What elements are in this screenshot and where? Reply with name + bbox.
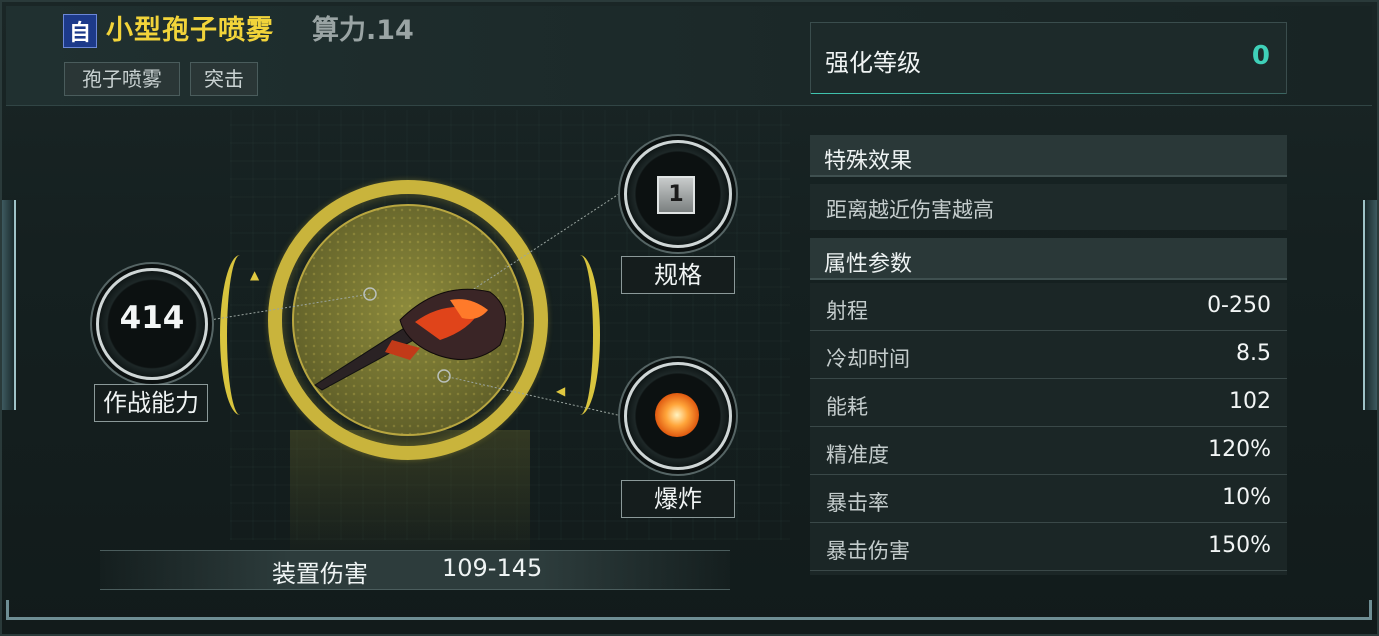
spec-level-icon: 1 bbox=[657, 176, 695, 214]
spec-label: 规格 bbox=[621, 256, 735, 294]
combat-power-label: 作战能力 bbox=[94, 384, 208, 422]
device-damage-bar bbox=[100, 550, 730, 590]
device-damage-value: 109-145 bbox=[442, 554, 543, 582]
device-damage-label: 装置伤害 bbox=[272, 560, 368, 588]
combat-power-value: 414 bbox=[119, 300, 185, 336]
explosion-icon bbox=[655, 393, 699, 437]
explosion-label: 爆炸 bbox=[621, 480, 735, 518]
spore-spray-weapon-icon bbox=[314, 288, 507, 391]
